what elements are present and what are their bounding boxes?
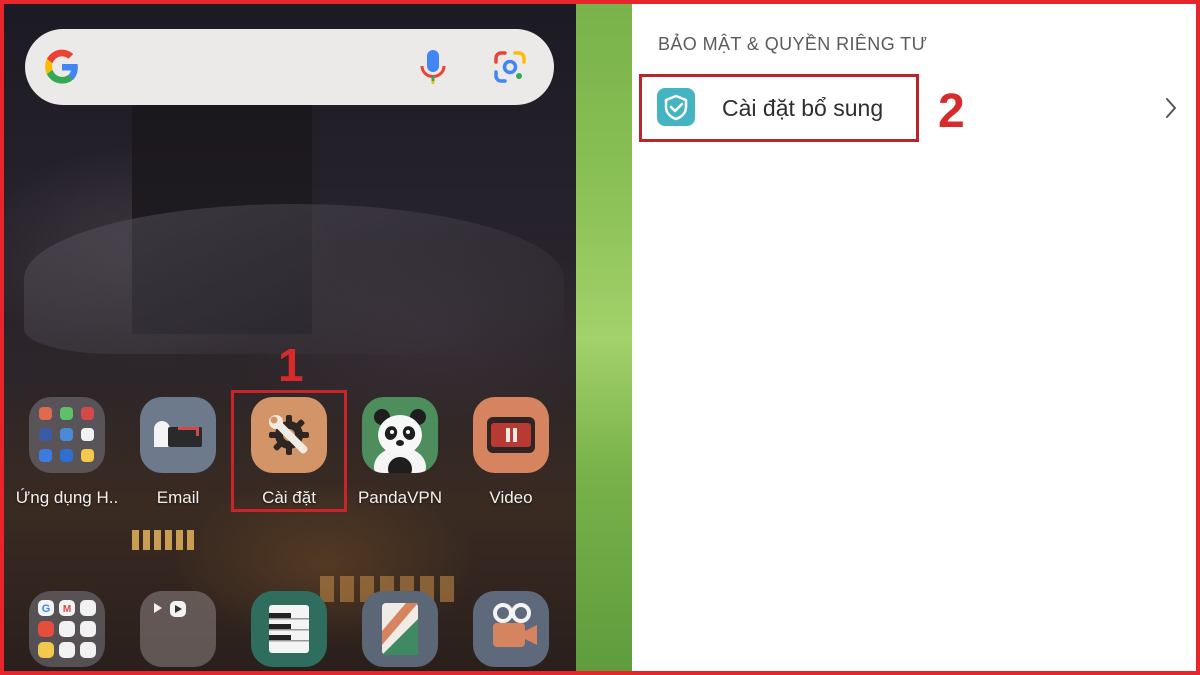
- wallpaper-roof: [24, 204, 564, 354]
- app-ung-dung-folder[interactable]: Ứng dụng H..: [7, 397, 127, 508]
- settings-panel: BẢO MẬT & QUYỀN RIÊNG TƯ Cài đặt bổ sung…: [632, 4, 1196, 671]
- app-email[interactable]: Email: [118, 397, 238, 508]
- step-number-1: 1: [278, 339, 304, 391]
- wallpaper-strip: [576, 4, 632, 671]
- app-pandavpn[interactable]: PandaVPN: [340, 397, 460, 508]
- notes-icon[interactable]: [362, 591, 438, 667]
- svg-text:M: M: [63, 604, 71, 615]
- section-title-security-privacy: BẢO MẬT & QUYỀN RIÊNG TƯ: [658, 34, 928, 54]
- callout-box-additional-settings: [639, 74, 919, 142]
- email-icon: [140, 397, 216, 473]
- camera-icon[interactable]: [473, 591, 549, 667]
- app-folder-icon: [29, 397, 105, 473]
- home-screen: 1 Ứng dụng H.. Email Cài đặt PandaVPN Vi…: [4, 4, 576, 671]
- microphone-icon[interactable]: [418, 48, 448, 86]
- svg-text:G: G: [42, 603, 51, 615]
- piano-icon[interactable]: [251, 591, 327, 667]
- media-folder-icon[interactable]: [140, 591, 216, 667]
- app-label-pandavpn: PandaVPN: [357, 488, 443, 507]
- app-label-cai-dat: Cài đặt: [262, 488, 316, 507]
- google-search-bar[interactable]: [25, 29, 554, 105]
- panda-icon: [362, 397, 438, 473]
- app-label-email: Email: [156, 488, 200, 507]
- settings-wrench-gear-icon: [251, 397, 327, 473]
- video-icon: [473, 397, 549, 473]
- google-apps-folder-icon[interactable]: G M: [29, 591, 105, 667]
- app-cai-dat[interactable]: Cài đặt: [229, 397, 349, 508]
- app-video[interactable]: Video: [451, 397, 571, 508]
- chevron-right-icon: [1166, 98, 1176, 118]
- wallpaper-lights: [132, 530, 194, 550]
- step-number-2: 2: [938, 85, 965, 138]
- app-label-ung-dung: Ứng dụng H..: [15, 488, 119, 507]
- app-label-video: Video: [489, 488, 533, 507]
- google-lens-icon[interactable]: [493, 50, 527, 84]
- screenshot-frame: 1 Ứng dụng H.. Email Cài đặt PandaVPN Vi…: [0, 0, 1200, 675]
- google-logo-icon[interactable]: [43, 48, 81, 86]
